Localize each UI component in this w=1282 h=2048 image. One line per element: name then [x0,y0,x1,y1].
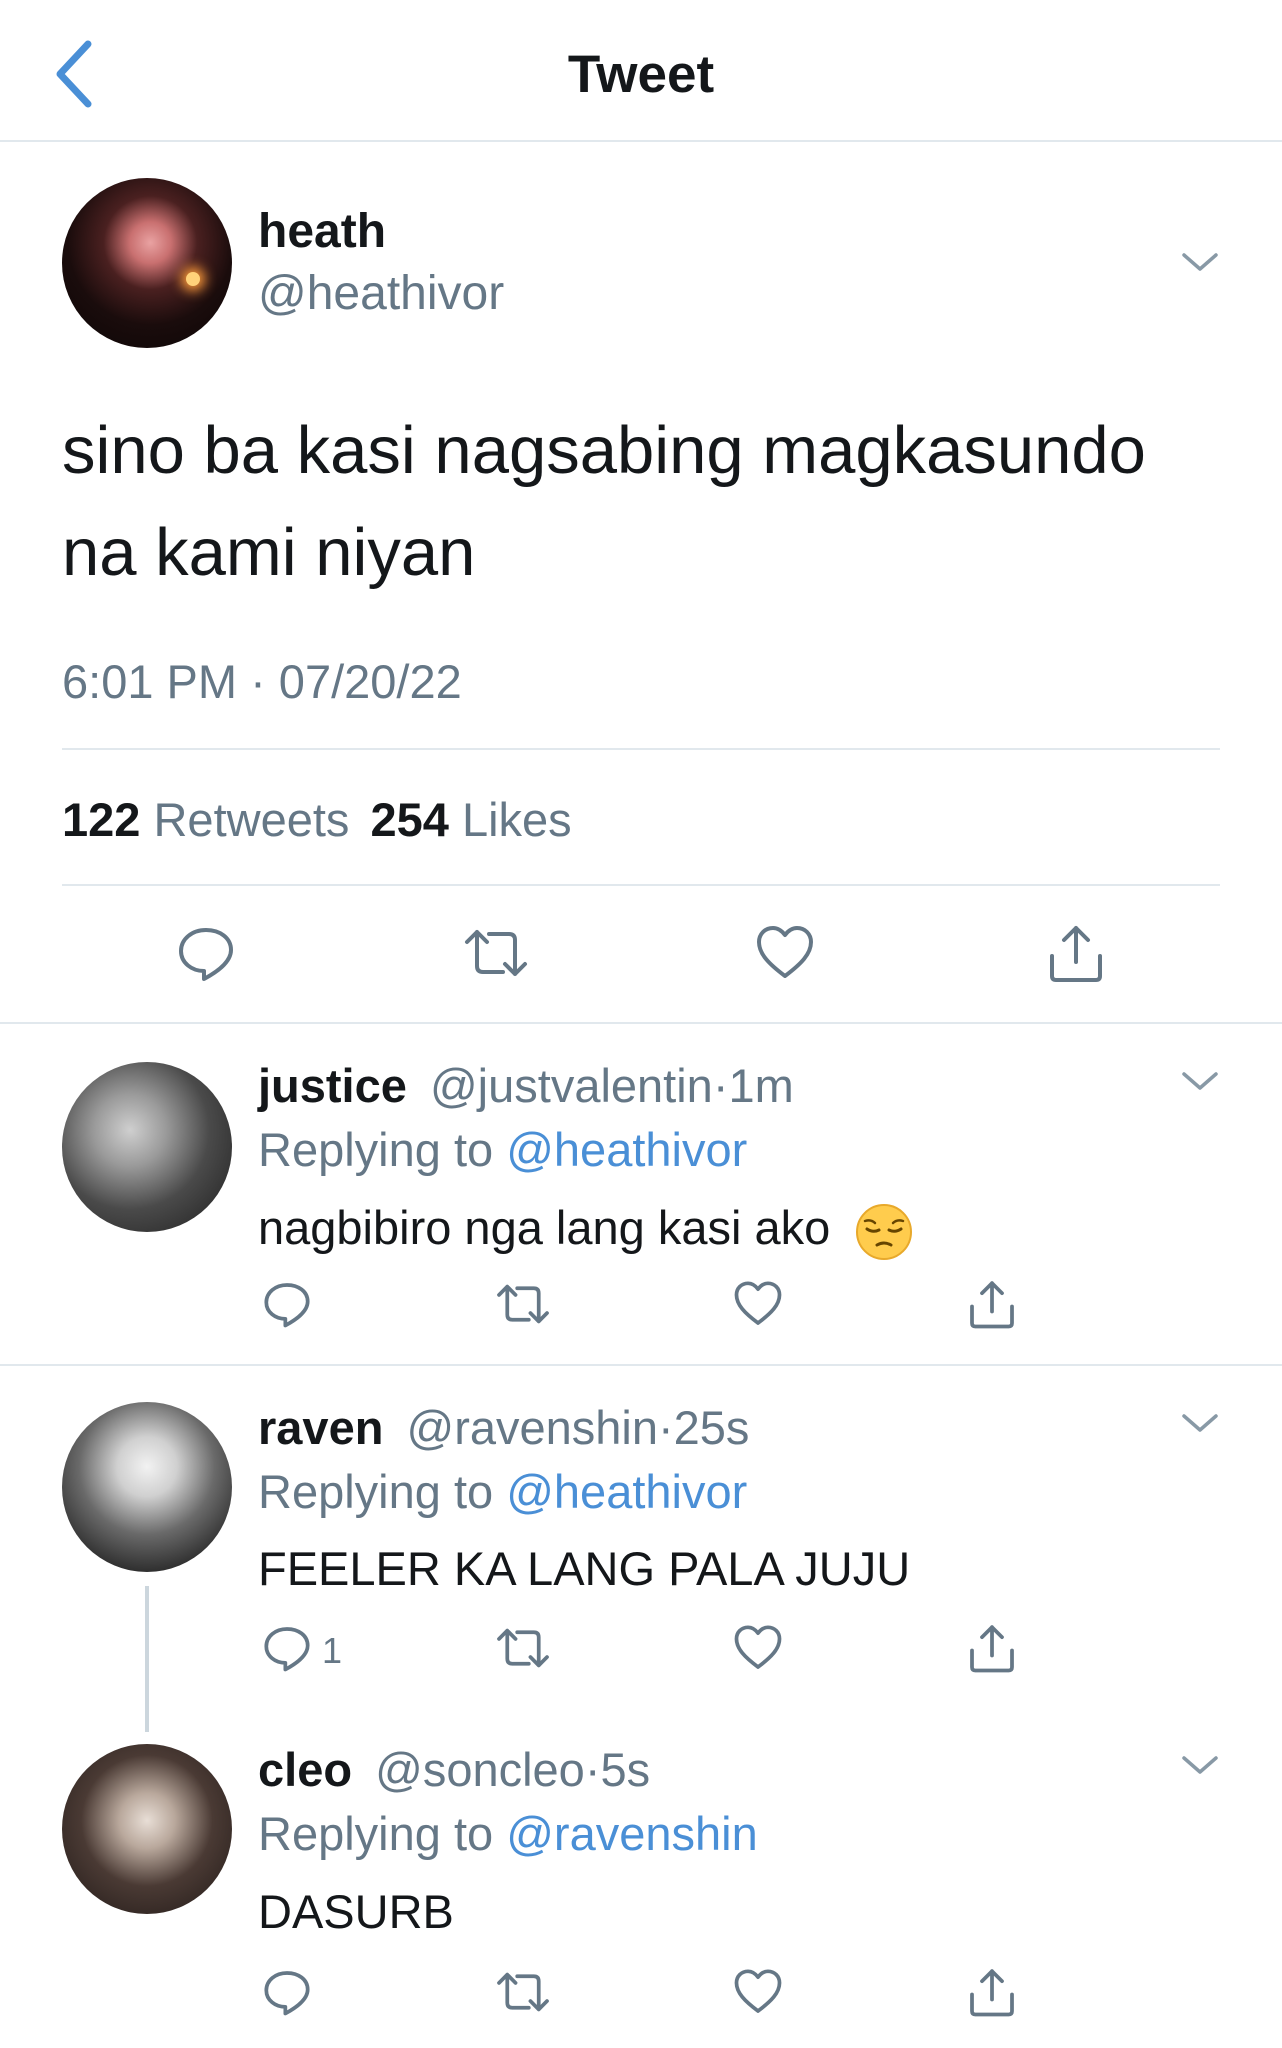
chevron-down-icon [1182,1756,1218,1774]
tweet-options-button[interactable] [1178,247,1222,277]
avatar[interactable] [62,178,232,348]
retweet-button[interactable] [494,1968,552,2016]
heart-icon [734,1281,782,1325]
replying-to-label: Replying to [258,1465,494,1518]
likes-stat[interactable]: 254 Likes [370,793,571,846]
replying-to-link[interactable]: @heathivor [506,1465,747,1518]
separator-dot: · [712,1059,729,1112]
pensive-face-emoji [855,1203,913,1261]
reply-time: 1m [728,1059,794,1112]
author-handle[interactable]: @ravenshin [406,1401,658,1454]
retweet-button[interactable] [461,924,531,982]
retweet-button[interactable] [494,1280,552,1328]
retweet-icon [465,930,527,976]
chevron-down-icon [1182,253,1218,271]
author-name[interactable]: cleo [258,1743,352,1796]
reply-icon [264,1283,310,1328]
tweet-options-button[interactable] [1178,1066,1222,1096]
retweets-label: Retweets [153,793,350,846]
tweet-timestamp: 6:01 PM · 07/20/22 [62,655,462,708]
share-icon [970,1969,1014,2017]
share-button[interactable] [967,1966,1017,2018]
reply-header: raven @ravenshin·25s [258,1400,749,1455]
reply-icon [179,928,233,981]
reply-text: DASURB [258,1885,454,1938]
reply-time: 5s [600,1743,651,1796]
replying-to: Replying to @ravenshin [258,1806,758,1861]
replying-to: Replying to @heathivor [258,1122,747,1177]
tweet-text: sino ba kasi nagsabing magkasundo na kam… [62,400,1242,604]
separator-dot: · [584,1743,601,1796]
tweet-options-button[interactable] [1178,1750,1222,1780]
divider [0,1364,1282,1366]
reply-time: 25s [673,1401,750,1454]
reply-header: cleo @soncleo·5s [258,1742,650,1797]
author-name[interactable]: justice [258,1059,407,1112]
reply-button[interactable] [263,1280,311,1328]
like-button[interactable] [733,1624,783,1672]
heart-icon [757,926,813,978]
like-button[interactable] [733,1968,783,2016]
share-icon [970,1625,1014,1673]
heart-icon [734,1969,782,2013]
top-bar: Tweet [0,0,1282,142]
retweet-icon [497,1628,549,1668]
replying-to-link[interactable]: @ravenshin [506,1807,758,1860]
likes-count: 254 [370,793,449,846]
share-button[interactable] [967,1278,1017,1330]
retweet-button[interactable] [494,1624,552,1672]
likes-label: Likes [461,793,572,846]
author-handle[interactable]: @justvalentin [430,1059,713,1112]
page-title: Tweet [567,45,715,104]
reply-icon [264,1971,310,2016]
retweets-stat[interactable]: 122 Retweets [62,793,362,846]
tweet-text-line: sino ba kasi nagsabing magkasundo [62,413,1146,488]
reply-button[interactable] [263,1624,311,1672]
reply-text: FEELER KA LANG PALA JUJU [258,1542,911,1595]
avatar[interactable] [62,1744,232,1914]
reply-text: nagbibiro nga lang kasi ako [258,1200,913,1261]
chevron-down-icon [1182,1072,1218,1090]
replying-to-link[interactable]: @heathivor [506,1123,747,1176]
tweet-stats: 122 Retweets 254 Likes [62,792,572,847]
retweet-icon [497,1972,549,2012]
thread-line [145,1586,149,1732]
divider [62,884,1220,886]
share-icon [970,1281,1014,1329]
replying-to: Replying to @heathivor [258,1464,747,1519]
divider [62,748,1220,750]
share-icon [1050,926,1102,982]
share-button[interactable] [1046,922,1106,984]
replying-to-label: Replying to [258,1807,494,1860]
reply-text-content: nagbibiro nga lang kasi ako [258,1201,831,1254]
like-button[interactable] [733,1280,783,1328]
tweet-text-line: na kami niyan [62,515,476,590]
retweets-count: 122 [62,793,141,846]
author-name[interactable]: raven [258,1401,383,1454]
reply-icon [264,1627,310,1672]
author-handle[interactable]: @soncleo [375,1743,585,1796]
replying-to-label: Replying to [258,1123,494,1176]
heart-icon [734,1625,782,1669]
chevron-down-icon [1182,1414,1218,1432]
reply-header: justice @justvalentin·1m [258,1058,794,1113]
avatar[interactable] [62,1402,232,1572]
divider [0,1022,1282,1024]
share-button[interactable] [967,1622,1017,1674]
like-button[interactable] [755,924,815,982]
reply-button[interactable] [263,1968,311,2016]
tweet-options-button[interactable] [1178,1408,1222,1438]
reply-count: 1 [322,1630,343,1671]
avatar[interactable] [62,1062,232,1232]
author-name[interactable]: heath [258,204,386,259]
author-handle[interactable]: @heathivor [258,266,504,321]
retweet-icon [497,1284,549,1324]
reply-button[interactable] [177,924,235,982]
separator-dot: · [658,1401,674,1454]
